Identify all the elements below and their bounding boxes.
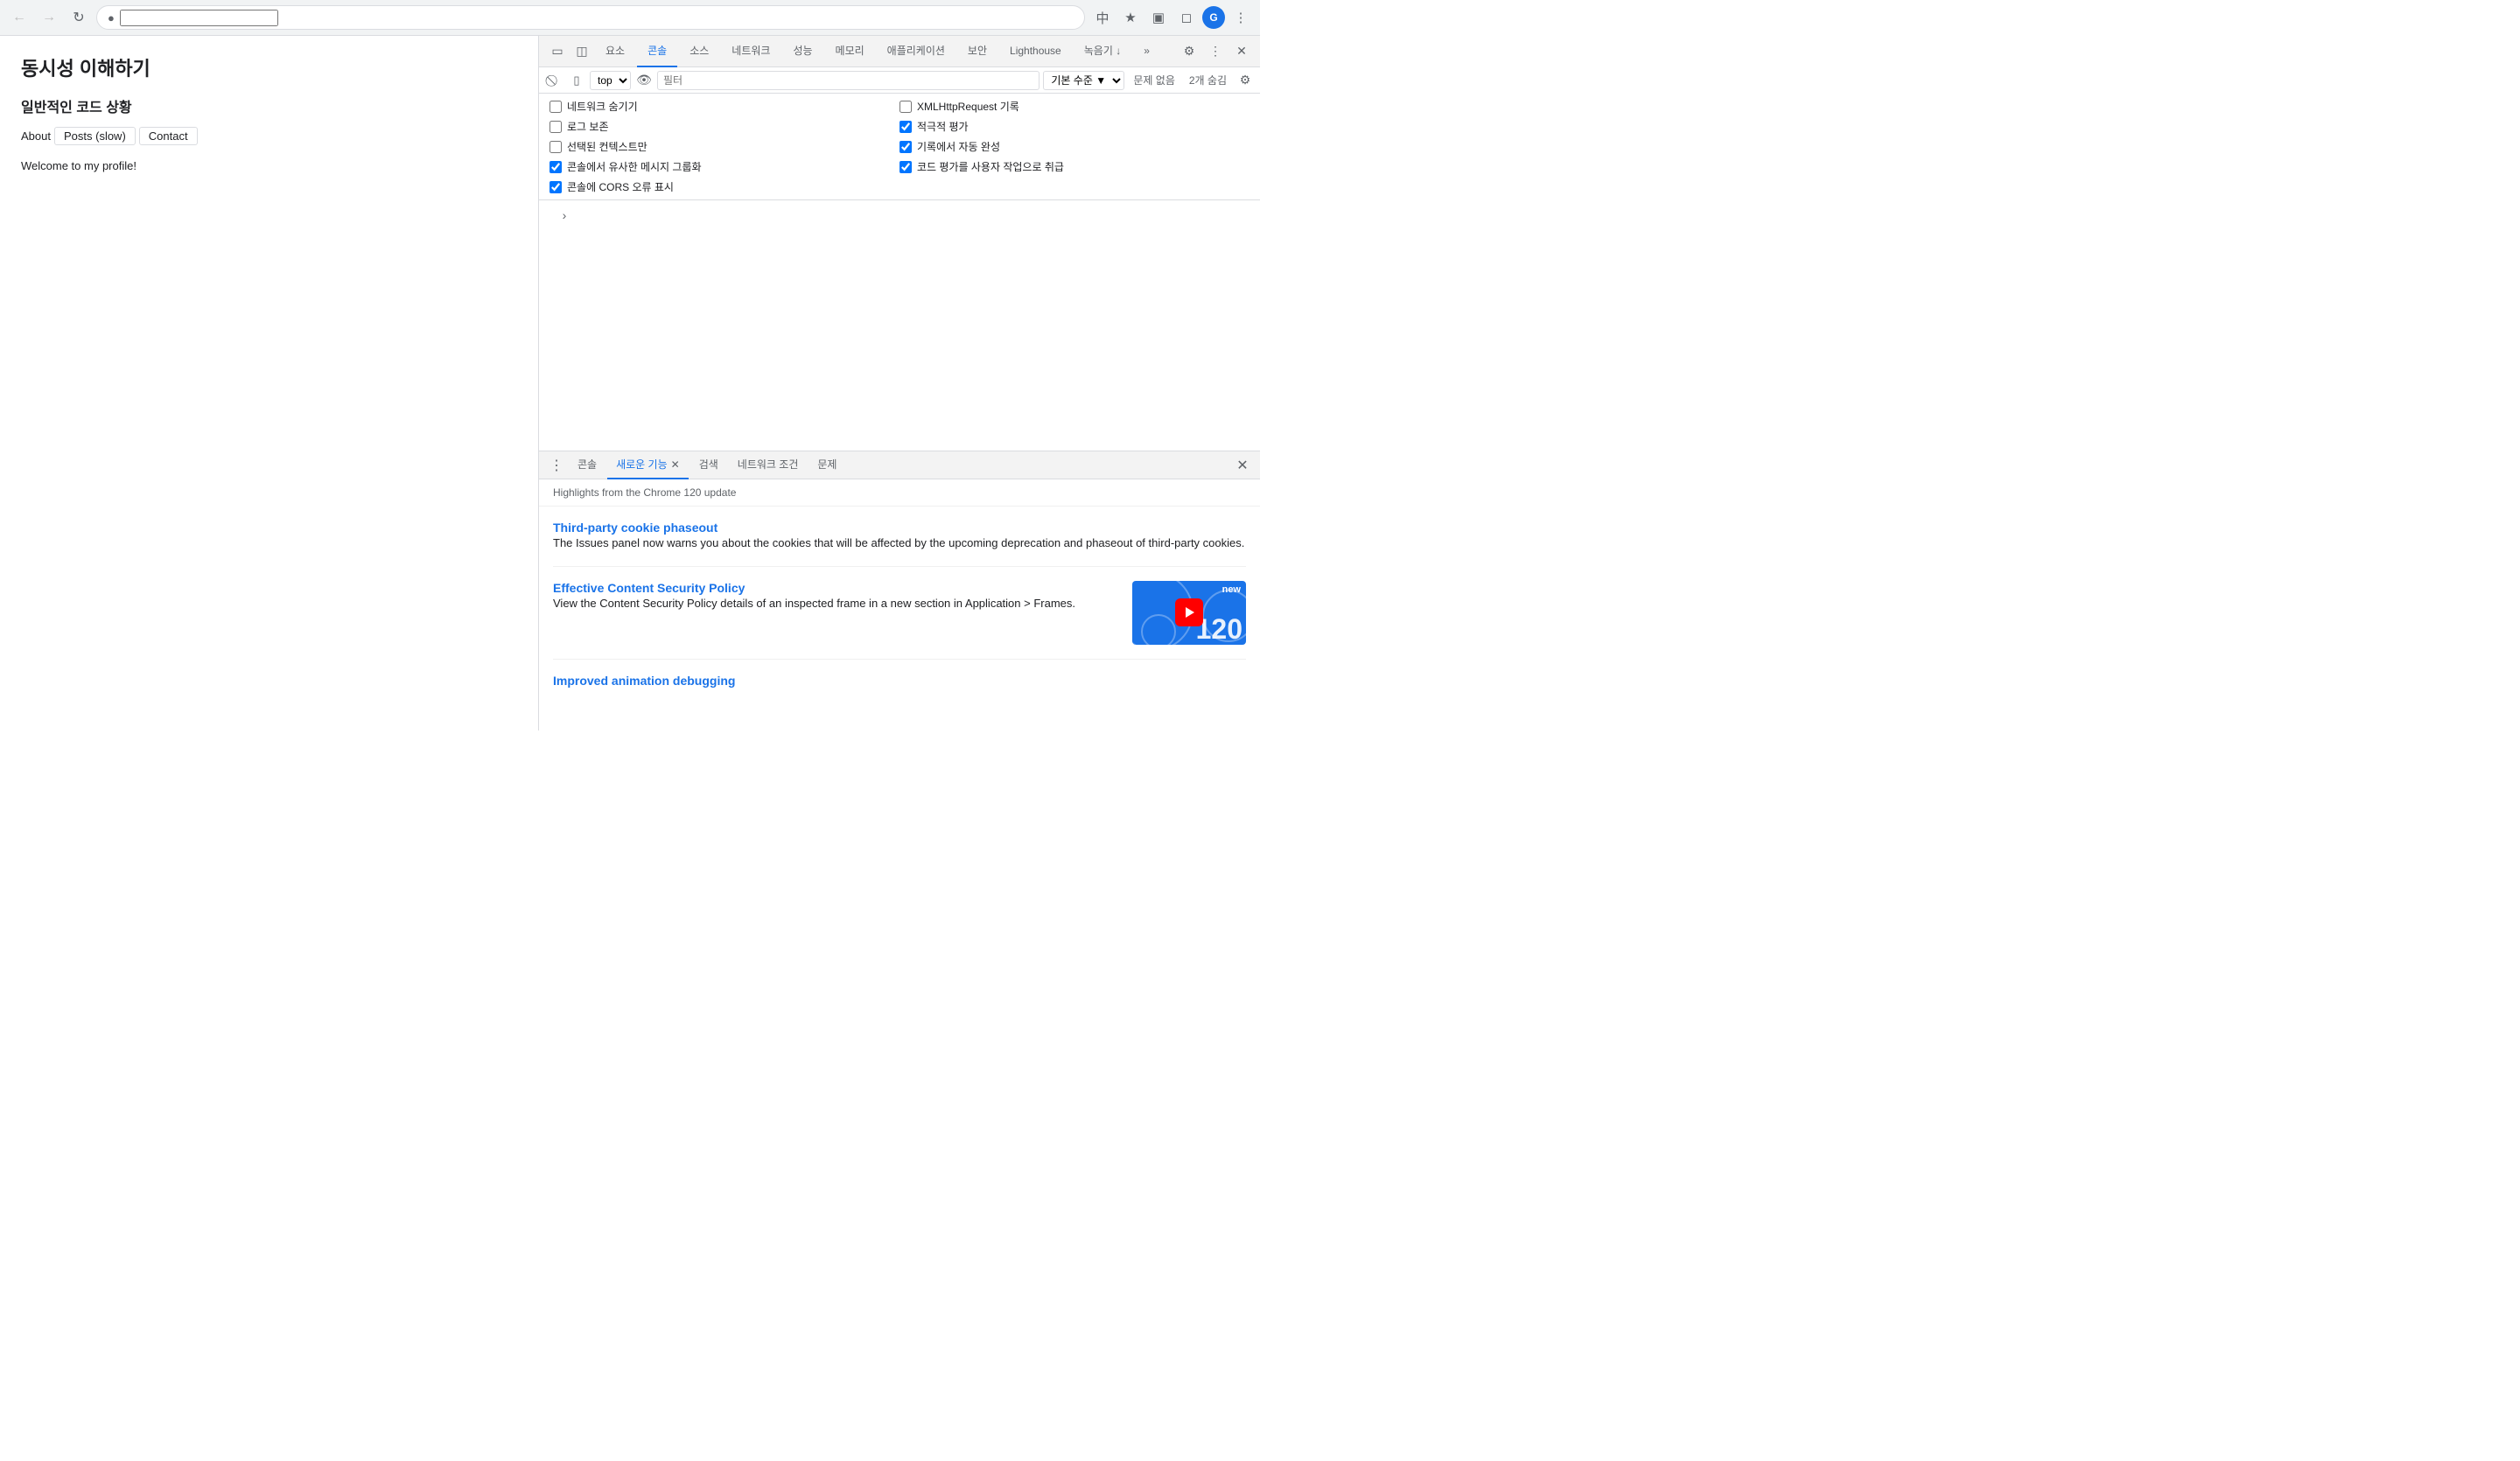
setting-preserve-log[interactable]: 로그 보존 — [550, 119, 900, 134]
address-bar[interactable]: ● localhost:5173 — [96, 5, 1085, 30]
article-2-body: View the Content Security Policy details… — [553, 595, 1118, 612]
setting-selected-context[interactable]: 선택된 컨텍스트만 — [550, 139, 900, 154]
article-2-title[interactable]: Effective Content Security Policy — [553, 581, 745, 595]
tab-application[interactable]: 애플리케이션 — [877, 36, 956, 67]
console-content — [539, 230, 1260, 451]
xmlhttprequest-checkbox[interactable] — [900, 101, 912, 113]
highlights-label: Highlights from the Chrome 120 update — [539, 479, 1260, 507]
lock-icon: ● — [108, 11, 115, 24]
contact-button[interactable]: Contact — [139, 127, 198, 145]
autocomplete-history-checkbox[interactable] — [900, 141, 912, 153]
treat-evals-checkbox[interactable] — [900, 161, 912, 173]
article-1-body: The Issues panel now warns you about the… — [553, 535, 1246, 552]
devtools-toolbar: ▭ ◫ 요소 콘솔 소스 네트워크 성능 메모리 애플리케이션 보안 Light… — [539, 36, 1260, 67]
article-1-text: Third-party cookie phaseout The Issues p… — [553, 521, 1246, 552]
drawer-tab-network-conditions[interactable]: 네트워크 조건 — [729, 451, 808, 479]
console-settings: 네트워크 숨기기 로그 보존 선택된 컨텍스트만 콘솔에서 유사한 메시지 그룹… — [539, 94, 1260, 200]
article-cookie-phaseout: Third-party cookie phaseout The Issues p… — [539, 507, 1260, 566]
article-1-title[interactable]: Third-party cookie phaseout — [553, 521, 718, 535]
drawer-tab-issues[interactable]: 문제 — [808, 451, 845, 479]
setting-eager-evaluation[interactable]: 적극적 평가 — [900, 119, 1250, 134]
page-content: 동시성 이해하기 일반적인 코드 상황 About Posts (slow) C… — [0, 36, 538, 730]
tab-elements[interactable]: 요소 — [595, 36, 635, 67]
setting-group-similar[interactable]: 콘솔에서 유사한 메시지 그룹화 — [550, 159, 900, 174]
more-devtools-icon[interactable]: ⋮ — [1204, 40, 1227, 63]
setting-autocomplete-history[interactable]: 기록에서 자동 완성 — [900, 139, 1250, 154]
youtube-thumbnail[interactable]: new 120 — [1132, 581, 1246, 645]
close-drawer-icon[interactable]: ✕ — [1232, 455, 1253, 476]
issues-label[interactable]: 문제 없음 — [1128, 73, 1180, 87]
context-select[interactable]: top — [590, 71, 631, 90]
eager-eval-checkbox[interactable] — [900, 121, 912, 133]
posts-slow-button[interactable]: Posts (slow) — [54, 127, 136, 145]
tab-network[interactable]: 네트워크 — [721, 36, 780, 67]
bottom-drawer: ⋮ 콘솔 새로운 기능 ✕ 검색 네트워크 조건 문제 ✕ Highlights… — [539, 451, 1260, 730]
selected-context-checkbox[interactable] — [550, 141, 562, 153]
page-title: 동시성 이해하기 — [21, 53, 517, 81]
translate-icon[interactable]: 中 — [1090, 5, 1115, 30]
expand-settings-icon[interactable]: › — [555, 206, 574, 225]
settings-col-left: 네트워크 숨기기 로그 보존 선택된 컨텍스트만 콘솔에서 유사한 메시지 그룹… — [550, 99, 900, 194]
youtube-play-icon[interactable] — [1175, 598, 1203, 626]
console-toolbar: ⃠ ▯ top 👁 기본 수준 ▼ 문제 없음 2개 숨김 ⚙ — [539, 67, 1260, 94]
article-2-text: Effective Content Security Policy View t… — [553, 581, 1118, 645]
preserve-log-checkbox[interactable] — [550, 121, 562, 133]
page-subtitle: 일반적인 코드 상황 — [21, 95, 517, 116]
eye-icon[interactable]: 👁 — [634, 71, 654, 90]
avatar[interactable]: G — [1202, 6, 1225, 29]
about-label: About — [21, 129, 51, 143]
split-view-icon[interactable]: ◻ — [1174, 5, 1199, 30]
tab-memory[interactable]: 메모리 — [825, 36, 875, 67]
device-toggle-icon[interactable]: ▭ — [546, 40, 569, 63]
devtools-panel: ▭ ◫ 요소 콘솔 소스 네트워크 성능 메모리 애플리케이션 보안 Light… — [538, 36, 1260, 730]
drawer-tab-close-icon[interactable]: ✕ — [671, 458, 680, 471]
setting-treat-evals[interactable]: 코드 평가를 사용자 작업으로 취급 — [900, 159, 1250, 174]
more-menu-icon[interactable]: ⋮ — [1228, 5, 1253, 30]
youtube-new-badge: new — [1222, 584, 1241, 595]
reload-button[interactable]: ↻ — [66, 5, 91, 30]
group-similar-checkbox[interactable] — [550, 161, 562, 173]
extensions-icon[interactable]: ▣ — [1146, 5, 1171, 30]
setting-cors-errors[interactable]: 콘솔에 CORS 오류 표시 — [550, 179, 900, 194]
welcome-text: Welcome to my profile! — [21, 159, 517, 172]
drawer-menu-icon[interactable]: ⋮ — [546, 455, 567, 476]
drawer-content: Highlights from the Chrome 120 update Th… — [539, 479, 1260, 730]
cors-errors-checkbox[interactable] — [550, 181, 562, 193]
hide-network-checkbox[interactable] — [550, 101, 562, 113]
drawer-tab-console[interactable]: 콘솔 — [569, 451, 606, 479]
back-button[interactable]: ← — [7, 5, 32, 30]
url-input[interactable]: localhost:5173 — [120, 10, 278, 26]
settings-expand-row: › — [539, 200, 1260, 230]
tab-more[interactable]: » — [1133, 36, 1160, 67]
close-devtools-icon[interactable]: ✕ — [1230, 40, 1253, 63]
setting-xmlhttprequest[interactable]: XMLHttpRequest 기록 — [900, 99, 1250, 114]
bookmark-icon[interactable]: ★ — [1118, 5, 1143, 30]
tab-lighthouse[interactable]: Lighthouse — [999, 36, 1072, 67]
tab-recorder[interactable]: 녹음기 ↓ — [1074, 36, 1131, 67]
level-select[interactable]: 기본 수준 ▼ — [1043, 71, 1124, 90]
drawer-tab-whats-new[interactable]: 새로운 기능 ✕ — [607, 451, 689, 479]
console-gear-icon[interactable]: ⚙ — [1236, 71, 1255, 90]
search-icon[interactable]: ◫ — [570, 40, 593, 63]
clear-console-icon[interactable]: ⃠ — [544, 71, 564, 90]
settings-col-right: XMLHttpRequest 기록 적극적 평가 기록에서 자동 완성 코드 평… — [900, 99, 1250, 194]
article-3-title[interactable]: Improved animation debugging — [553, 674, 735, 688]
forward-button[interactable]: → — [37, 5, 61, 30]
issues-count[interactable]: 2개 숨김 — [1184, 73, 1232, 87]
article-animation: Improved animation debugging — [539, 660, 1260, 702]
drawer-tabs: ⋮ 콘솔 새로운 기능 ✕ 검색 네트워크 조건 문제 ✕ — [539, 451, 1260, 479]
tab-performance[interactable]: 성능 — [782, 36, 822, 67]
tab-console[interactable]: 콘솔 — [637, 36, 677, 67]
tab-sources[interactable]: 소스 — [679, 36, 719, 67]
article-csp: Effective Content Security Policy View t… — [539, 567, 1260, 659]
settings-icon[interactable]: ⚙ — [1178, 40, 1200, 63]
filter-input[interactable] — [657, 71, 1040, 90]
filter-icon[interactable]: ▯ — [567, 71, 586, 90]
drawer-tab-search[interactable]: 검색 — [690, 451, 727, 479]
article-3-text: Improved animation debugging — [553, 674, 1246, 688]
setting-hide-network[interactable]: 네트워크 숨기기 — [550, 99, 900, 114]
nav-links: About Posts (slow) Contact — [21, 127, 517, 145]
tab-security[interactable]: 보안 — [957, 36, 998, 67]
